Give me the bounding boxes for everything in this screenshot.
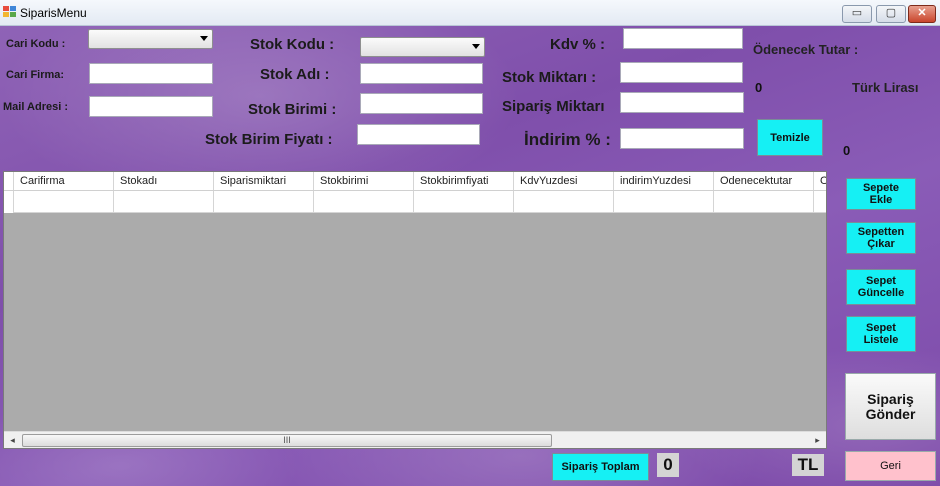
window-title: SiparisMenu	[20, 6, 87, 20]
kdv-label: Kdv % :	[550, 36, 606, 53]
stok-miktari-field[interactable]	[620, 62, 743, 83]
column-header[interactable]: Siparismiktari	[214, 172, 314, 190]
sepetten-cikar-label: Sepetten Çıkar	[857, 226, 905, 250]
stok-birim-fiyati-input[interactable]	[358, 125, 479, 144]
stok-birim-fiyati-label: Stok Birim Fiyatı :	[205, 131, 333, 148]
turk-lirasi-label: Türk Lirası	[852, 80, 919, 95]
siparis-miktari-field[interactable]	[620, 92, 744, 113]
indirim-field[interactable]	[620, 128, 744, 149]
column-header[interactable]: Carifirma	[14, 172, 114, 190]
column-header[interactable]: Odenecektutar	[714, 172, 814, 190]
geri-button-label: Geri	[880, 460, 901, 472]
horizontal-scrollbar[interactable]: ◂ III ▸	[4, 431, 826, 448]
temizle-button-label: Temizle	[770, 131, 810, 144]
table-cell[interactable]	[714, 191, 814, 213]
sepet-listele-label: Sepet Listele	[863, 322, 899, 346]
siparis-miktari-input[interactable]	[621, 93, 743, 112]
stok-birim-fiyati-field[interactable]	[357, 124, 480, 145]
kdv-input[interactable]	[624, 29, 742, 48]
column-header[interactable]: indirimYuzdesi	[614, 172, 714, 190]
table-cell[interactable]	[214, 191, 314, 213]
sepet-listele-button[interactable]: Sepet Listele	[846, 316, 916, 352]
siparis-gonder-button[interactable]: Sipariş Gönder	[845, 373, 936, 440]
stok-birimi-field[interactable]	[360, 93, 483, 114]
mail-adresi-label: Mail Adresi :	[3, 101, 68, 113]
stok-kodu-label: Stok Kodu :	[250, 36, 335, 53]
close-button[interactable]: ✕	[908, 5, 936, 23]
form-client-area: Cari Kodu : Cari Firma: Mail Adresi : St…	[0, 26, 940, 486]
currency-label: TL	[792, 454, 824, 476]
table-cell[interactable]	[314, 191, 414, 213]
cari-firma-label: Cari Firma:	[6, 69, 65, 81]
chevron-down-icon[interactable]	[472, 44, 480, 49]
table-row[interactable]	[4, 191, 826, 213]
cari-firma-input[interactable]	[90, 64, 212, 83]
cari-kodu-label: Cari Kodu :	[6, 38, 66, 50]
siparis-toplam-label: Sipariş Toplam	[561, 461, 640, 473]
row-header-corner	[4, 172, 14, 190]
title-bar: SiparisMenu ▭ ▢ ✕	[0, 0, 940, 26]
odenecek-tutar-label: Ödenecek Tutar :	[753, 42, 859, 57]
odenecek-tutar-value: 0	[755, 80, 763, 95]
row-header[interactable]	[4, 191, 14, 213]
indirim-input[interactable]	[621, 129, 743, 148]
maximize-button[interactable]: ▢	[876, 5, 906, 23]
temizle-button[interactable]: Temizle	[757, 119, 823, 156]
column-header[interactable]: O	[814, 172, 826, 190]
siparis-gonder-label: Sipariş Gönder	[865, 390, 916, 422]
basket-grid[interactable]: Carifirma Stokadı Siparismiktari Stokbirimi…	[3, 171, 827, 449]
app-icon	[3, 6, 16, 18]
scroll-thumb[interactable]: III	[22, 434, 552, 447]
geri-button[interactable]: Geri	[845, 451, 936, 481]
cari-firma-field[interactable]	[89, 63, 213, 84]
mail-adresi-input[interactable]	[90, 97, 212, 116]
minimize-button[interactable]: ▭	[842, 5, 872, 23]
mail-adresi-field[interactable]	[89, 96, 213, 117]
table-cell[interactable]	[814, 191, 826, 213]
scroll-left-icon[interactable]: ◂	[4, 432, 21, 448]
stok-birimi-input[interactable]	[361, 94, 482, 113]
stok-birimi-label: Stok Birimi :	[248, 101, 337, 118]
sepet-guncelle-label: Sepet Güncelle	[857, 275, 905, 299]
siparis-toplam-value: 0	[657, 453, 679, 477]
sepete-ekle-label: Sepete Ekle	[862, 182, 900, 206]
indirim-tutar-value: 0	[843, 143, 851, 158]
kdv-field[interactable]	[623, 28, 743, 49]
scroll-right-icon[interactable]: ▸	[809, 432, 826, 448]
stok-adi-field[interactable]	[360, 63, 483, 84]
column-header[interactable]: KdvYuzdesi	[514, 172, 614, 190]
table-cell[interactable]	[114, 191, 214, 213]
sepetten-cikar-button[interactable]: Sepetten Çıkar	[846, 222, 916, 254]
table-cell[interactable]	[614, 191, 714, 213]
cari-kodu-combobox[interactable]	[88, 29, 213, 49]
column-header[interactable]: Stokbirimi	[314, 172, 414, 190]
siparis-miktari-label: Sipariş Miktarı	[502, 98, 605, 115]
stok-adi-label: Stok Adı :	[260, 66, 330, 83]
table-cell[interactable]	[414, 191, 514, 213]
table-cell[interactable]	[14, 191, 114, 213]
indirim-label: İndirim % :	[524, 130, 611, 149]
stok-kodu-combobox[interactable]	[360, 37, 485, 57]
table-cell[interactable]	[514, 191, 614, 213]
column-header[interactable]: Stokbirimfiyati	[414, 172, 514, 190]
column-header[interactable]: Stokadı	[114, 172, 214, 190]
stok-adi-input[interactable]	[361, 64, 482, 83]
sepet-guncelle-button[interactable]: Sepet Güncelle	[846, 269, 916, 305]
sepete-ekle-button[interactable]: Sepete Ekle	[846, 178, 916, 210]
siparis-toplam-button[interactable]: Sipariş Toplam	[552, 453, 649, 481]
stok-miktari-label: Stok Miktarı :	[502, 69, 597, 86]
stok-miktari-input[interactable]	[621, 63, 742, 82]
grid-header-row: Carifirma Stokadı Siparismiktari Stokbirimi…	[4, 172, 826, 191]
chevron-down-icon[interactable]	[200, 36, 208, 41]
